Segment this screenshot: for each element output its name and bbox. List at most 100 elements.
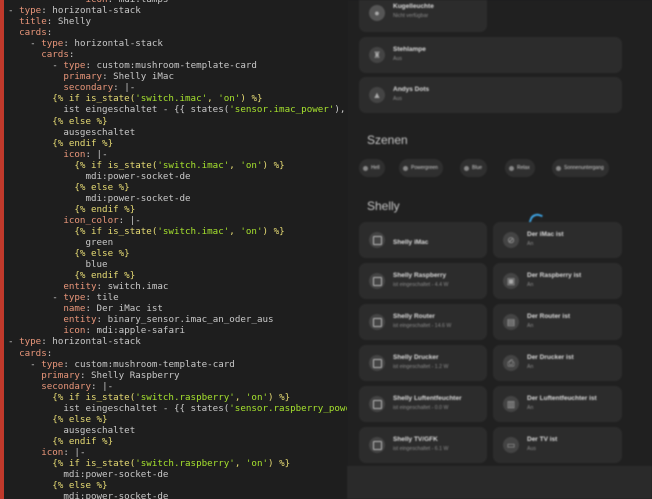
code-line: mdi:power-socket-de — [8, 193, 347, 204]
shelly-switch-card[interactable]: Shelly Drucker ist eingeschaltet - 1.2 W — [359, 345, 487, 381]
status-icon: ⊘ — [503, 232, 519, 248]
code-token: {% endif %} — [8, 203, 136, 215]
code-line: cards: — [8, 27, 347, 38]
code-line: {% endif %} — [8, 436, 347, 447]
card-state: ist eingeschaltet - 4.4 W — [393, 282, 449, 288]
entity-card-andys-dots[interactable]: ▲ Andys Dots Aus — [359, 77, 622, 113]
code-token: cards — [41, 49, 69, 61]
code-token: - — [8, 60, 64, 72]
code-token: 'on' — [245, 457, 269, 469]
status-icon: ▭ — [503, 437, 519, 453]
code-line: - type: horizontal-stack — [8, 38, 347, 49]
code-token: : Shelly iMac — [102, 71, 174, 83]
code-token: : mdi:apple-safari — [85, 325, 186, 337]
entity-card-stehlampe[interactable]: ♜ Stehlampe Aus — [359, 37, 622, 73]
status-tile-card[interactable]: ▣ Der Raspberry ist An — [493, 263, 622, 299]
scene-chip-relax[interactable]: Relax — [505, 159, 535, 177]
status-icon: ⎙ — [503, 355, 519, 371]
code-line: cards: — [8, 348, 347, 359]
code-token: green — [8, 237, 114, 249]
code-token: type — [19, 336, 42, 348]
code-token: type — [41, 38, 64, 50]
code-line: {% else %} — [8, 248, 347, 259]
code-line: - type: horizontal-stack — [8, 5, 347, 16]
code-line: {% else %} — [8, 182, 347, 193]
power-socket-icon — [369, 396, 385, 412]
lamp-icon: ● — [369, 5, 385, 21]
card-name: Shelly iMac — [393, 239, 429, 246]
code-token: ) %} — [268, 457, 291, 469]
dashboard-preview: ● Kugelleuchte Nicht verfügbar ♜ Stehlam… — [347, 0, 652, 499]
code-token: primary — [63, 71, 103, 83]
scene-chip-hell[interactable]: Hell — [359, 159, 385, 177]
code-token: {% if is_state( — [8, 225, 158, 237]
code-token: type — [63, 60, 86, 72]
code-token: - — [8, 5, 20, 17]
code-line: icon: |- — [8, 447, 347, 458]
code-token: - — [8, 292, 64, 304]
shelly-switch-card[interactable]: Shelly Luftentfeuchter ist eingeschaltet … — [359, 386, 487, 422]
code-line: primary: Shelly Raspberry — [8, 370, 347, 381]
floor-lamp-icon: ♜ — [369, 47, 385, 63]
code-token: 'switch.raspberry' — [135, 457, 235, 469]
code-token: cards — [19, 27, 47, 39]
code-line: ausgeschaltet — [8, 425, 347, 436]
code-token: : — [46, 27, 53, 39]
scene-chip-blue[interactable]: Blue — [460, 159, 488, 177]
code-token: icon_color — [63, 214, 119, 226]
code-token: 'on' — [218, 93, 241, 105]
code-token: : custom:mushroom-template-card — [85, 60, 257, 72]
code-token: , — [229, 159, 241, 171]
code-token: , — [229, 225, 241, 237]
card-name: Stehlampe — [393, 46, 426, 53]
code-token: : — [46, 347, 53, 359]
scenes-heading: Szenen — [367, 133, 408, 147]
scene-chip-sonnenuntergang[interactable]: Sonnenuntergang — [552, 159, 609, 177]
code-token: icon — [41, 446, 64, 458]
card-name: Shelly Raspberry — [393, 272, 447, 279]
status-tile-card[interactable]: ▥ Der Luftentfeuchter ist An — [493, 386, 622, 422]
shelly-switch-card[interactable]: Shelly TV/GFK ist eingeschaltet - 6.1 W — [359, 427, 487, 463]
shelly-switch-card[interactable]: Shelly iMac — [359, 222, 487, 258]
power-socket-icon — [369, 232, 385, 248]
code-line: - type: horizontal-stack — [8, 336, 347, 347]
code-token: , — [234, 457, 246, 469]
code-token: entity — [63, 281, 97, 293]
code-editor[interactable]: icon: mdi:lamps- type: horizontal-stack … — [0, 0, 347, 499]
code-token: mdi:power-socket-de — [8, 170, 191, 182]
power-socket-icon — [369, 273, 385, 289]
shelly-heading: Shelly — [367, 199, 400, 213]
status-tile-card[interactable]: ▤ Der Router ist An — [493, 304, 622, 340]
code-token: 'sensor.raspberry_power' — [229, 402, 347, 414]
shelly-switch-card[interactable]: Shelly Router ist eingeschaltet - 14.6 W — [359, 304, 487, 340]
code-token: {% else %} — [8, 248, 130, 260]
card-state: Aus — [527, 446, 536, 452]
scene-chip-powergreen[interactable]: Powergreen — [399, 159, 443, 177]
entity-card-kugelleuchte[interactable]: ● Kugelleuchte Nicht verfügbar — [359, 0, 487, 32]
code-line: entity: binary_sensor.imac_an_oder_aus — [8, 314, 347, 325]
code-token: {% endif %} — [8, 270, 136, 282]
status-tile-card[interactable]: ⎙ Der Drucker ist An — [493, 345, 622, 381]
code-token: icon — [63, 148, 86, 160]
status-tile-card[interactable]: ⊘ Der iMac ist An — [493, 222, 622, 258]
shelly-switch-card[interactable]: Shelly Raspberry ist eingeschaltet - 4.4 … — [359, 263, 487, 299]
code-line: entity: switch.imac — [8, 281, 347, 292]
card-name: Der iMac ist — [527, 231, 564, 238]
code-token: : |- — [91, 380, 114, 392]
code-line: - type: tile — [8, 292, 347, 303]
card-name: Der Luftentfeuchter ist — [527, 395, 597, 402]
code-token: 'on' — [245, 391, 269, 403]
code-token: ) %} — [268, 391, 291, 403]
status-tile-card[interactable]: ▭ Der TV ist Aus — [493, 427, 622, 463]
code-token: : Der iMac ist — [85, 303, 163, 315]
scene-label: Hell — [371, 165, 380, 171]
